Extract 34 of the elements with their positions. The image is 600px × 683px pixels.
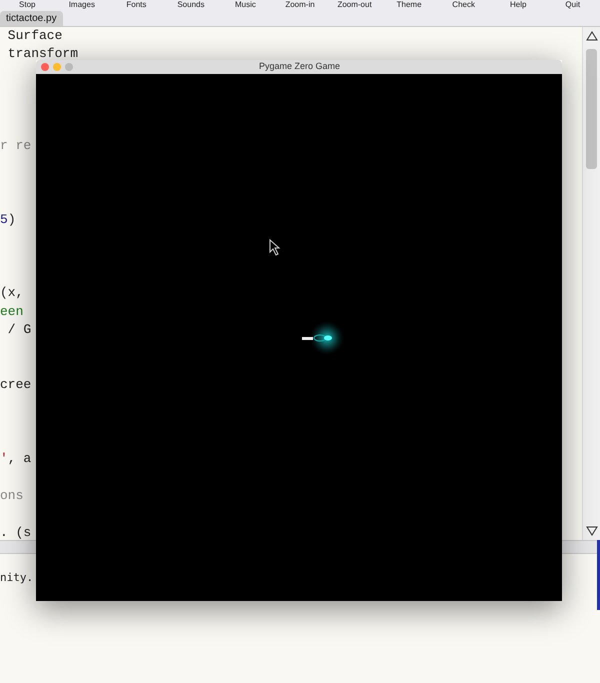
code-line: ons <box>0 488 24 503</box>
mouse-cursor-icon <box>270 238 280 256</box>
toolbar-button[interactable]: Images <box>54 0 110 10</box>
code-line: transform <box>6 46 78 62</box>
zoom-button[interactable] <box>65 63 73 71</box>
minimize-button[interactable] <box>53 63 61 71</box>
code-line: r re <box>0 138 32 154</box>
code-line: een <box>0 304 24 319</box>
toolbar-button[interactable]: Zoom-out <box>327 0 382 10</box>
code-line: / G <box>6 322 32 338</box>
toolbar-button[interactable]: Help <box>490 0 546 10</box>
toolbar-button[interactable]: Zoom-in <box>272 0 328 10</box>
toolbar-button[interactable]: Check <box>436 0 491 10</box>
console-text: nity. <box>0 570 34 586</box>
code-line: 5) <box>0 212 16 227</box>
scrollbar[interactable] <box>582 27 600 540</box>
scroll-up-icon[interactable] <box>586 31 598 41</box>
toolbar-button[interactable]: Music <box>218 0 273 10</box>
toolbar-button[interactable]: Stop <box>0 0 55 10</box>
code-line: cree <box>0 377 32 392</box>
window-title: Pygame Zero Game <box>258 60 342 74</box>
toolbar-button[interactable]: Sounds <box>164 0 218 10</box>
code-line: ', a <box>0 450 32 466</box>
file-tab[interactable]: tictactoe.py <box>0 11 63 26</box>
scroll-thumb[interactable] <box>586 49 597 169</box>
code-line: (x, <box>0 285 24 300</box>
code-line: . (s <box>0 524 32 540</box>
toolbar-button[interactable]: Quit <box>545 0 600 10</box>
toolbar-button[interactable]: Theme <box>382 0 436 10</box>
scroll-down-icon[interactable] <box>586 526 598 536</box>
code-line: Surface <box>6 28 62 43</box>
spaceship-drawing <box>302 321 344 355</box>
close-button[interactable] <box>41 63 49 71</box>
toolbar-button[interactable]: Fonts <box>109 0 164 10</box>
